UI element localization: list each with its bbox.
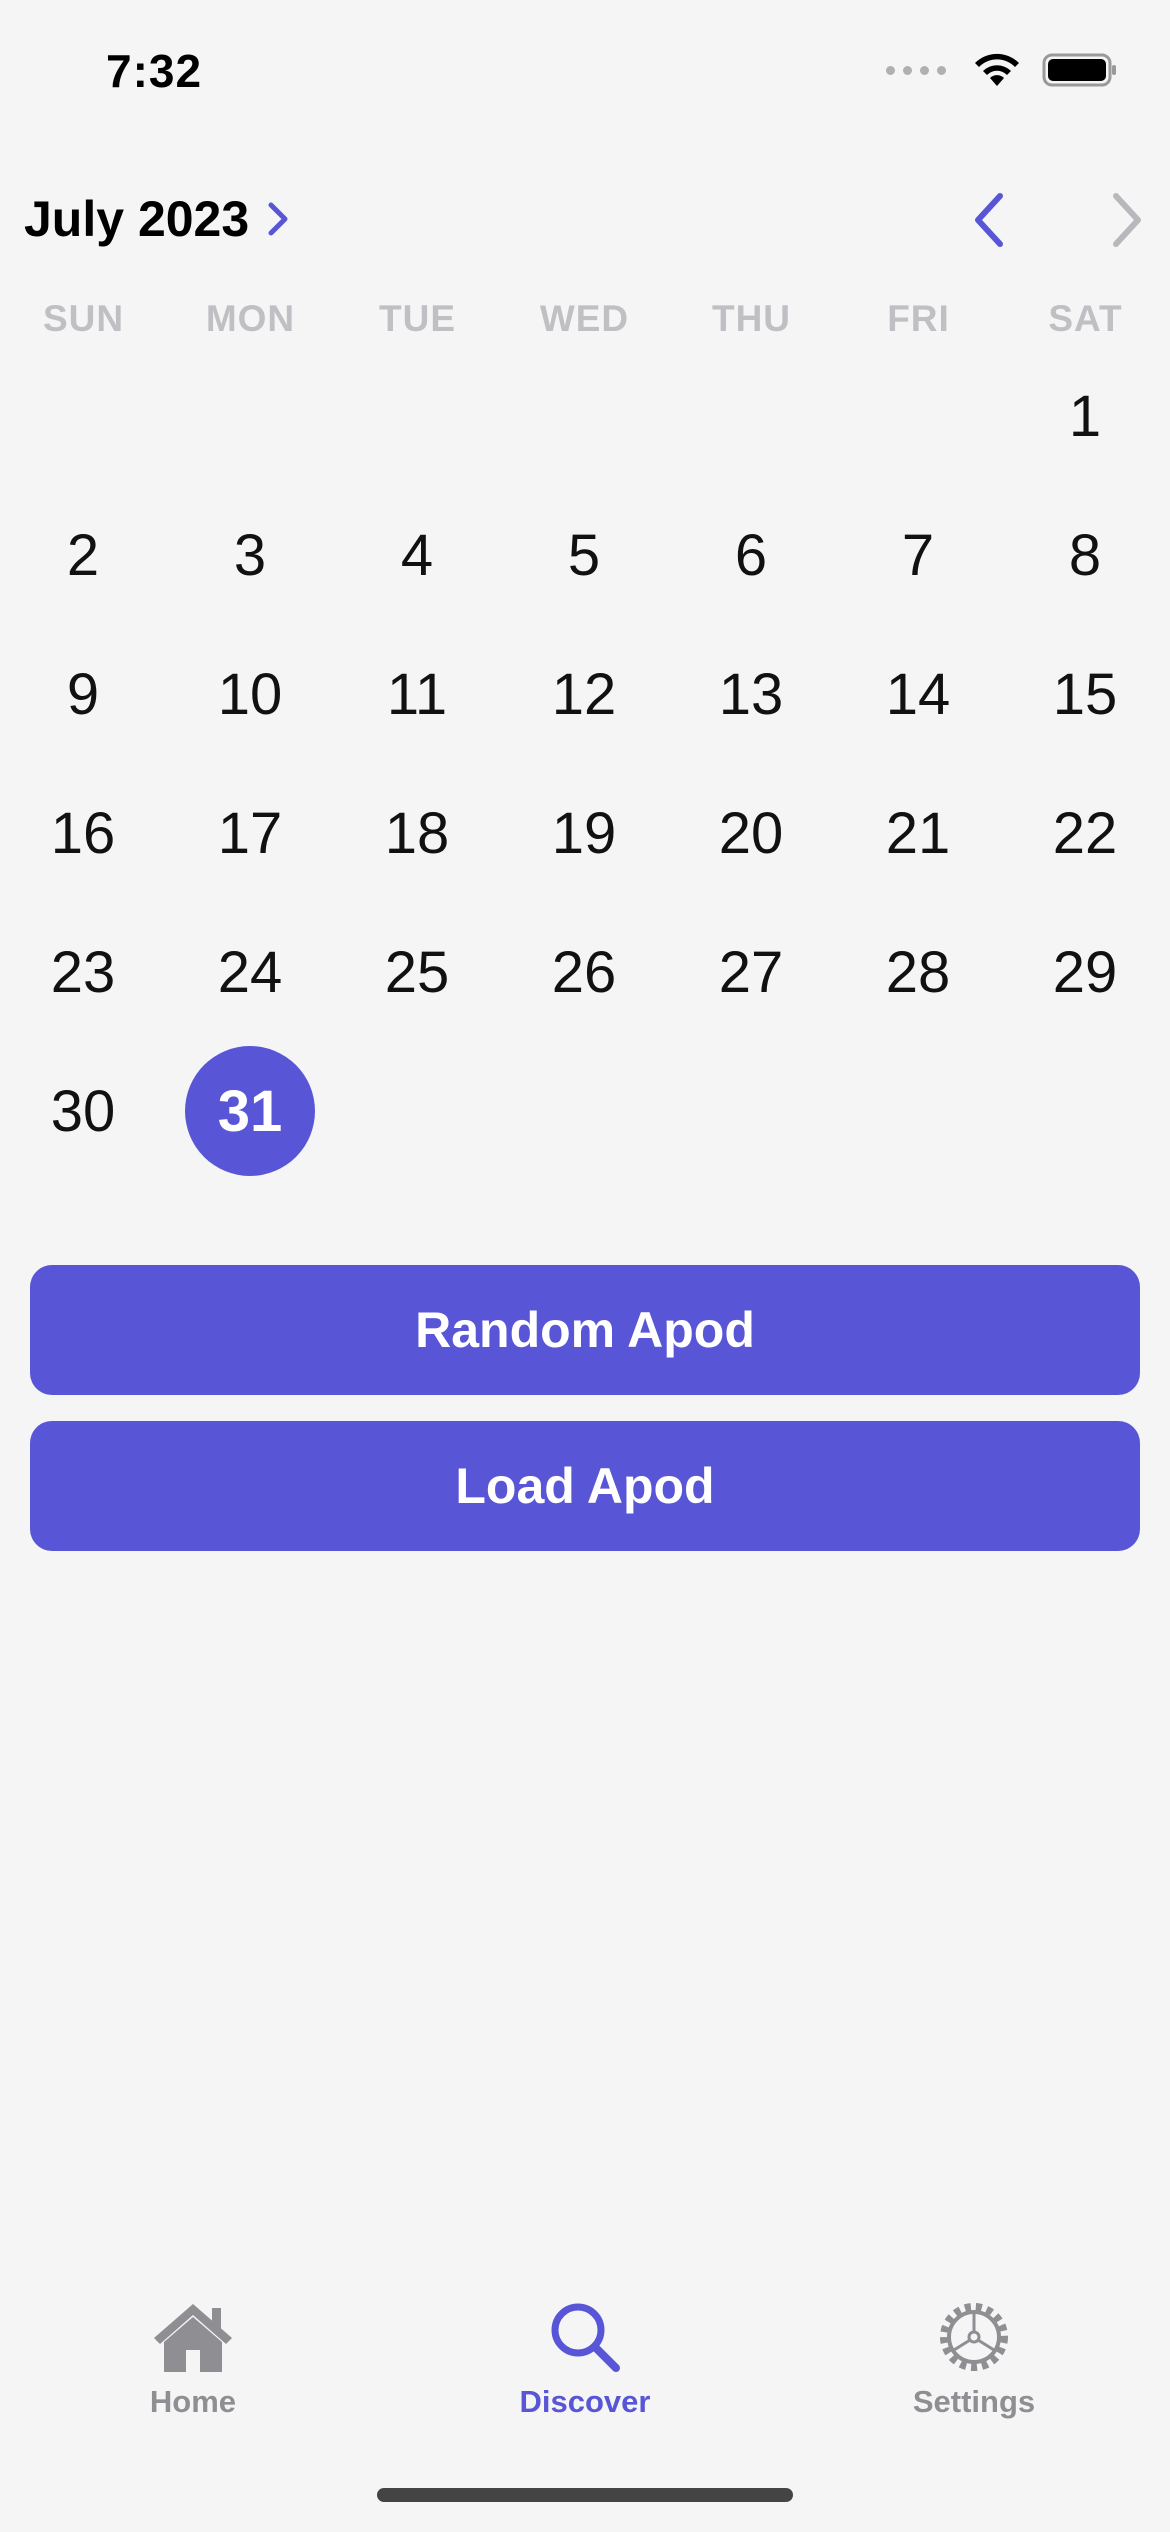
calendar-day-selected[interactable]: 31 [185, 1046, 315, 1176]
tab-bar: Home Discover Settings [0, 2280, 1170, 2450]
month-picker-button[interactable]: July 2023 [24, 190, 291, 248]
calendar-day[interactable]: 29 [1020, 907, 1150, 1037]
calendar-day[interactable]: 28 [853, 907, 983, 1037]
weekday-label: FRI [887, 298, 950, 339]
calendar-day[interactable]: 18 [352, 768, 482, 898]
calendar-day[interactable]: 10 [185, 629, 315, 759]
calendar-day[interactable]: 1 [1020, 351, 1150, 481]
tab-discover[interactable]: Discover [465, 2298, 705, 2420]
calendar-header: July 2023 [0, 180, 1170, 260]
chevron-right-icon [268, 202, 288, 236]
calendar-day[interactable]: 22 [1020, 768, 1150, 898]
home-indicator [377, 2488, 793, 2502]
tab-label: Settings [912, 2384, 1036, 2419]
calendar-day[interactable]: 14 [853, 629, 983, 759]
wifi-icon [975, 53, 1019, 86]
tab-home[interactable]: Home [73, 2298, 313, 2420]
previous-month-button[interactable] [960, 190, 1020, 250]
chevron-right-icon [1113, 193, 1141, 247]
weekday-label: SUN [42, 298, 125, 339]
calendar-day[interactable]: 17 [185, 768, 315, 898]
calendar-day[interactable]: 7 [853, 490, 983, 620]
weekday-label: THU [711, 298, 792, 339]
next-month-button[interactable] [1096, 190, 1156, 250]
calendar-day[interactable]: 4 [352, 490, 482, 620]
calendar-day[interactable]: 15 [1020, 629, 1150, 759]
weekday-header-row: SUN MON TUE WED THU FRI SAT [0, 298, 1170, 348]
tab-settings[interactable]: Settings [854, 2298, 1094, 2420]
calendar-day[interactable]: 27 [686, 907, 816, 1037]
random-apod-button[interactable]: Random Apod [30, 1265, 1140, 1395]
magnifyingglass-icon [551, 2303, 620, 2372]
calendar-day[interactable]: 11 [352, 629, 482, 759]
calendar-day[interactable]: 6 [686, 490, 816, 620]
weekday-label: SAT [1048, 298, 1123, 339]
status-bar: 7:32 [0, 0, 1170, 140]
calendar-day[interactable]: 23 [18, 907, 148, 1037]
status-icons [886, 52, 1118, 88]
calendar-day[interactable]: 13 [686, 629, 816, 759]
tab-label: Discover [519, 2384, 651, 2419]
weekday-label: TUE [379, 298, 456, 339]
cellular-signal-icon [886, 65, 946, 75]
calendar-day[interactable]: 19 [519, 768, 649, 898]
house-icon [154, 2304, 232, 2372]
calendar-day[interactable]: 20 [686, 768, 816, 898]
calendar-day[interactable]: 5 [519, 490, 649, 620]
tab-label: Home [149, 2384, 237, 2419]
calendar-day[interactable]: 21 [853, 768, 983, 898]
calendar-day[interactable]: 3 [185, 490, 315, 620]
calendar-day[interactable]: 30 [18, 1046, 148, 1176]
calendar-day[interactable]: 12 [519, 629, 649, 759]
calendar-day[interactable]: 9 [18, 629, 148, 759]
gear-icon [940, 2303, 1008, 2371]
calendar-day[interactable]: 2 [18, 490, 148, 620]
status-time: 7:32 [106, 45, 203, 97]
calendar-day[interactable]: 8 [1020, 490, 1150, 620]
weekday-label: WED [539, 298, 630, 339]
battery-icon [1042, 53, 1116, 87]
load-apod-button[interactable]: Load Apod [30, 1421, 1140, 1551]
calendar-day[interactable]: 25 [352, 907, 482, 1037]
calendar-day[interactable]: 26 [519, 907, 649, 1037]
calendar-day[interactable]: 24 [185, 907, 315, 1037]
chevron-left-icon [975, 193, 1003, 247]
month-title: July 2023 [24, 191, 250, 247]
weekday-label: MON [205, 298, 296, 339]
calendar-day[interactable]: 16 [18, 768, 148, 898]
